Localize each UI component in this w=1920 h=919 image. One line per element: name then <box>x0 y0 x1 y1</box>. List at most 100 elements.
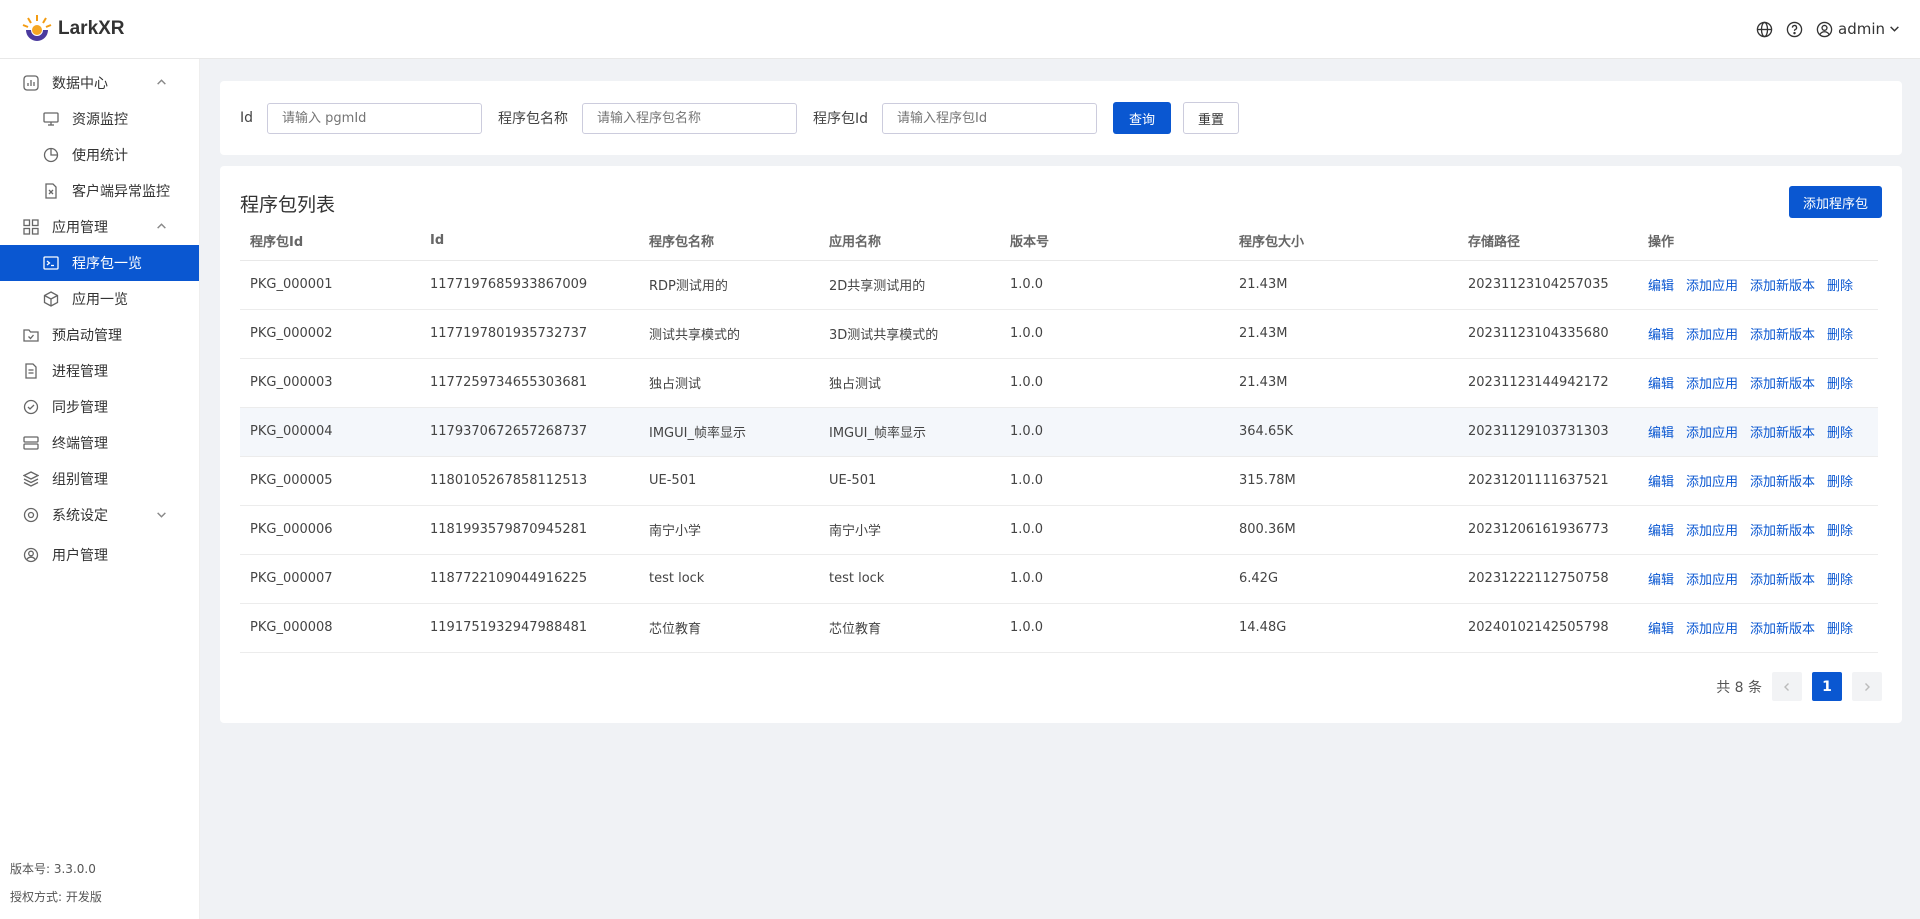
table-row[interactable]: PKG_000007 1187722109044916225 test lock te… <box>240 554 1878 604</box>
next-page-button[interactable] <box>1852 672 1882 701</box>
package-id-input[interactable] <box>882 102 1098 134</box>
add-app-button[interactable]: 添加应用 <box>1686 377 1738 392</box>
add-app-button[interactable]: 添加应用 <box>1686 279 1738 294</box>
table-cell: 21.43M <box>1229 358 1458 408</box>
table-cell: IMGUI_帧率显示 <box>819 407 1000 457</box>
package-table: 程序包Id Id 程序包名称 应用名称 版本号 程序包大小 存储路径 操作 PK… <box>240 222 1878 653</box>
sidebar-item-label: 预启动管理 <box>52 328 122 344</box>
edit-button[interactable]: 编辑 <box>1648 279 1674 294</box>
add-app-button[interactable]: 添加应用 <box>1686 573 1738 588</box>
add-version-button[interactable]: 添加新版本 <box>1750 426 1815 441</box>
add-app-button[interactable]: 添加应用 <box>1686 328 1738 343</box>
sidebar-item-prestart[interactable]: 预启动管理 <box>0 317 199 353</box>
sidebar-item-label: 终端管理 <box>52 436 108 452</box>
sidebar-item-users[interactable]: 用户管理 <box>0 537 199 573</box>
help-icon[interactable] <box>1784 19 1804 39</box>
delete-button[interactable]: 删除 <box>1827 524 1853 539</box>
sidebar-item-resource-monitor[interactable]: 资源监控 <box>0 101 199 137</box>
table-cell: UE-501 <box>639 456 819 506</box>
add-version-button[interactable]: 添加新版本 <box>1750 475 1815 490</box>
edit-button[interactable]: 编辑 <box>1648 377 1674 392</box>
add-app-button[interactable]: 添加应用 <box>1686 524 1738 539</box>
table-row[interactable]: PKG_000008 1191751932947988481 芯位教育 芯位教育 1.0… <box>240 603 1878 653</box>
version-text: 版本号: 3.3.0.0 <box>10 862 96 876</box>
package-name-input[interactable] <box>582 102 798 134</box>
column-header[interactable]: 应用名称 <box>819 222 1000 261</box>
edit-button[interactable]: 编辑 <box>1648 426 1674 441</box>
sidebar-item-package-list[interactable]: 程序包一览 <box>0 245 199 281</box>
sidebar-item-sync[interactable]: 同步管理 <box>0 389 199 425</box>
delete-button[interactable]: 删除 <box>1827 328 1853 343</box>
sidebar-item-process[interactable]: 进程管理 <box>0 353 199 389</box>
chevron-down-icon <box>156 508 167 524</box>
sidebar-item-groups[interactable]: 组别管理 <box>0 461 199 497</box>
delete-button[interactable]: 删除 <box>1827 279 1853 294</box>
sidebar-item-app-list[interactable]: 应用一览 <box>0 281 199 317</box>
column-header[interactable]: Id <box>420 222 639 261</box>
table-row[interactable]: PKG_000006 1181993579870945281 南宁小学 南宁小学 1.0… <box>240 505 1878 555</box>
sidebar-item-label: 用户管理 <box>52 548 108 564</box>
logo[interactable]: LarkXR <box>20 12 125 46</box>
page-number-current[interactable]: 1 <box>1812 672 1842 701</box>
table-row[interactable]: PKG_000005 1180105267858112513 UE-501 UE-50… <box>240 456 1878 506</box>
column-header[interactable]: 版本号 <box>1000 222 1229 261</box>
add-version-button[interactable]: 添加新版本 <box>1750 573 1815 588</box>
edit-button[interactable]: 编辑 <box>1648 524 1674 539</box>
table-cell: 1.0.0 <box>1000 260 1229 310</box>
sidebar-item-label: 进程管理 <box>52 364 108 380</box>
edit-button[interactable]: 编辑 <box>1648 573 1674 588</box>
table-row[interactable]: PKG_000004 1179370672657268737 IMGUI_帧率显示 I… <box>240 407 1878 457</box>
table-cell: 20231222112750758 <box>1458 554 1638 604</box>
globe-icon[interactable] <box>1754 19 1774 39</box>
row-actions: 编辑 添加应用 添加新版本 删除 <box>1638 358 1878 408</box>
delete-button[interactable]: 删除 <box>1827 475 1853 490</box>
add-app-button[interactable]: 添加应用 <box>1686 475 1738 490</box>
brand-name: LarkXR <box>58 18 125 39</box>
reset-button[interactable]: 重置 <box>1183 102 1240 134</box>
search-button[interactable]: 查询 <box>1113 102 1172 134</box>
folder-check-icon <box>22 326 40 344</box>
table-cell: 20231201111637521 <box>1458 456 1638 506</box>
add-app-button[interactable]: 添加应用 <box>1686 426 1738 441</box>
table-cell: 1.0.0 <box>1000 505 1229 555</box>
sidebar-group-data-center[interactable]: 数据中心 <box>0 65 199 101</box>
user-menu[interactable]: admin <box>1814 19 1900 39</box>
add-version-button[interactable]: 添加新版本 <box>1750 524 1815 539</box>
sidebar-group-app-management[interactable]: 应用管理 <box>0 209 199 245</box>
id-input[interactable] <box>267 102 483 134</box>
column-header[interactable]: 程序包Id <box>240 222 420 261</box>
row-actions: 编辑 添加应用 添加新版本 删除 <box>1638 505 1878 555</box>
add-package-button[interactable]: 添加程序包 <box>1788 186 1882 218</box>
edit-button[interactable]: 编辑 <box>1648 328 1674 343</box>
edit-button[interactable]: 编辑 <box>1648 475 1674 490</box>
license-text: 授权方式: 开发版 <box>10 890 102 904</box>
delete-button[interactable]: 删除 <box>1827 622 1853 637</box>
add-version-button[interactable]: 添加新版本 <box>1750 377 1815 392</box>
delete-button[interactable]: 删除 <box>1827 377 1853 392</box>
chevron-up-icon <box>156 220 167 236</box>
column-header[interactable]: 程序包大小 <box>1229 222 1458 261</box>
column-header[interactable]: 程序包名称 <box>639 222 819 261</box>
package-name-label: 程序包名称 <box>498 111 569 127</box>
column-header[interactable]: 存储路径 <box>1458 222 1638 261</box>
table-row[interactable]: PKG_000003 1177259734655303681 独占测试 独占测试 1.0… <box>240 358 1878 408</box>
add-version-button[interactable]: 添加新版本 <box>1750 622 1815 637</box>
sidebar-item-label: 使用统计 <box>72 148 128 164</box>
prev-page-button[interactable] <box>1772 672 1802 701</box>
table-cell: 1191751932947988481 <box>420 603 639 653</box>
sidebar-item-client-exception[interactable]: 客户端异常监控 <box>0 173 199 209</box>
delete-button[interactable]: 删除 <box>1827 426 1853 441</box>
sidebar-item-terminal[interactable]: 终端管理 <box>0 425 199 461</box>
sidebar-item-system-settings[interactable]: 系统设定 <box>0 497 199 533</box>
edit-button[interactable]: 编辑 <box>1648 622 1674 637</box>
sidebar-item-usage-stats[interactable]: 使用统计 <box>0 137 199 173</box>
table-cell: test lock <box>639 554 819 604</box>
table-cell: 21.43M <box>1229 260 1458 310</box>
table-row[interactable]: PKG_000001 1177197685933867009 RDP测试用的 2D共享… <box>240 260 1878 310</box>
add-version-button[interactable]: 添加新版本 <box>1750 279 1815 294</box>
table-cell: 1.0.0 <box>1000 407 1229 457</box>
delete-button[interactable]: 删除 <box>1827 573 1853 588</box>
add-version-button[interactable]: 添加新版本 <box>1750 328 1815 343</box>
add-app-button[interactable]: 添加应用 <box>1686 622 1738 637</box>
table-row[interactable]: PKG_000002 1177197801935732737 测试共享模式的 3D测试… <box>240 309 1878 359</box>
